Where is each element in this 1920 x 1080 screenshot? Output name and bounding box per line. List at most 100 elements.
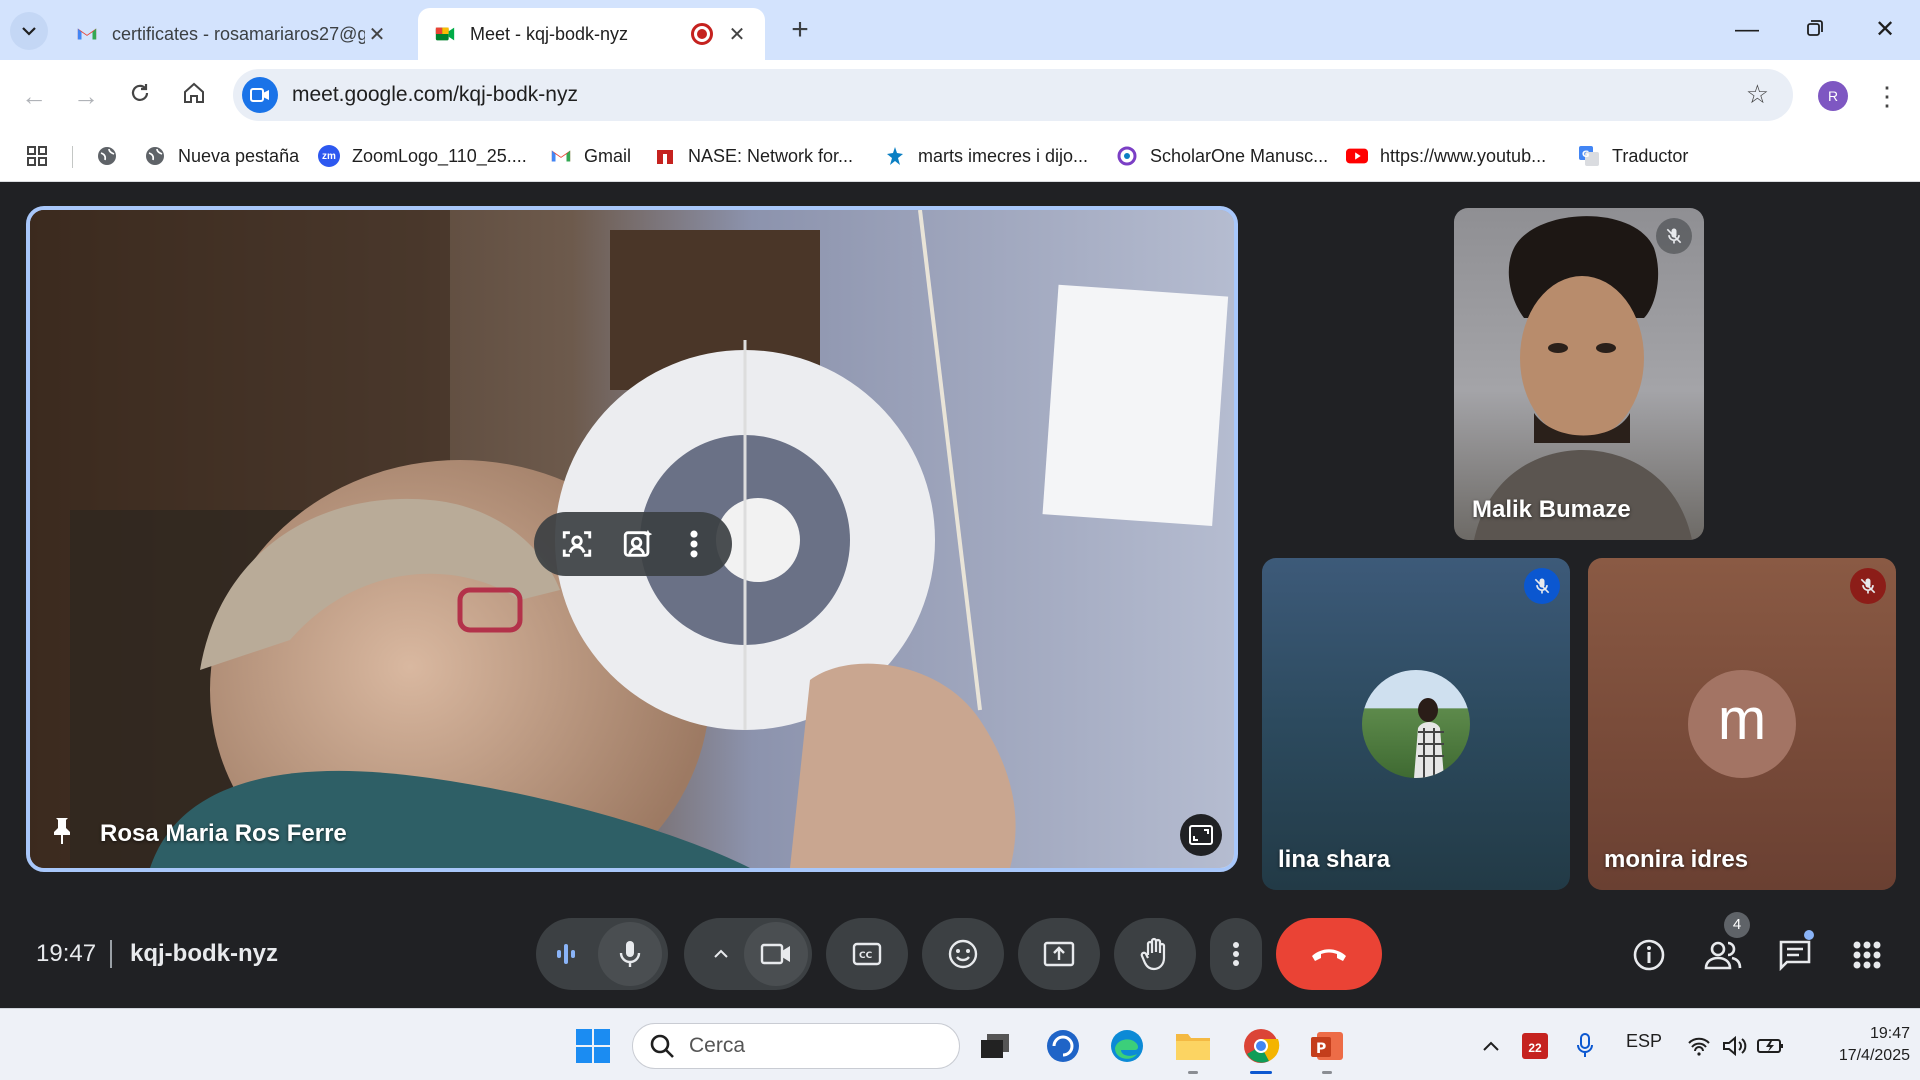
edge-icon [1111, 1030, 1143, 1062]
bookmark-label: ZoomLogo_110_25.... [352, 145, 527, 166]
pinned-participant-tile[interactable]: Rosa Maria Ros Ferre [26, 206, 1238, 872]
camera-options-button[interactable] [696, 918, 746, 990]
video-camera-icon [760, 943, 790, 965]
participant-tile-monira[interactable]: m monira idres [1588, 558, 1896, 890]
browser-tab-bar: certificates - rosamariaros27@gmail.com … [0, 0, 1920, 60]
close-tab-icon[interactable]: ✕ [725, 22, 749, 47]
pin-icon[interactable] [50, 816, 74, 846]
participant-tile-malik[interactable]: Malik Bumaze [1454, 208, 1704, 540]
search-icon [650, 1034, 674, 1058]
tab-title: Meet - kqj-bodk-nyz [470, 23, 629, 44]
apps-icon[interactable] [26, 142, 48, 170]
minimize-button[interactable]: — [1722, 10, 1772, 50]
framing-icon[interactable] [560, 527, 594, 561]
nase-icon [657, 150, 673, 164]
tab-gmail[interactable]: certificates - rosamariaros27@gmail.com … [60, 8, 405, 60]
profile-avatar[interactable]: R [1818, 81, 1848, 111]
speaker-icon [1723, 1035, 1747, 1057]
bookmark-label: https://www.youtub... [1380, 145, 1547, 166]
tile-hover-controls [534, 512, 732, 576]
bookmark-youtube[interactable]: https://www.youtub... [1346, 142, 1546, 170]
powerpoint-button[interactable]: P [1304, 1023, 1350, 1074]
more-options-icon[interactable] [682, 527, 706, 561]
globe-icon [146, 147, 164, 165]
forward-button[interactable]: → [66, 76, 106, 116]
battery-tray-button[interactable] [1748, 1023, 1794, 1069]
tab-search-button[interactable] [10, 12, 48, 50]
home-button[interactable] [174, 76, 214, 116]
clock-time: 19:47 [1869, 1025, 1910, 1042]
chat-button[interactable] [1772, 930, 1818, 978]
bookmark-traductor[interactable]: G Traductor [1578, 142, 1688, 170]
zoom-icon: zm [318, 145, 340, 167]
apps-grid-icon [1853, 941, 1881, 969]
participant-avatar [1362, 670, 1470, 778]
camera-toggle-button[interactable] [744, 922, 808, 986]
app-shield-button[interactable] [1040, 1023, 1086, 1069]
taskbar-search[interactable]: Cerca [632, 1023, 960, 1069]
active-indicator [1250, 1071, 1272, 1074]
folder-icon [1176, 1034, 1210, 1060]
bookmark-star-icon[interactable]: ☆ [1746, 79, 1769, 110]
participant-avatar: m [1688, 670, 1796, 778]
more-options-button[interactable] [1210, 918, 1262, 990]
tab-meet[interactable]: Meet - kqj-bodk-nyz ✕ [418, 8, 765, 60]
system-clock[interactable]: 19:47 17/4/2025 [1806, 1023, 1910, 1067]
meeting-details-button[interactable] [1626, 932, 1672, 978]
chrome-button[interactable] [1238, 1023, 1284, 1074]
leave-call-button[interactable] [1276, 918, 1382, 990]
restore-button[interactable] [1790, 10, 1840, 50]
raise-hand-button[interactable] [1114, 918, 1196, 990]
address-bar[interactable]: meet.google.com/kqj-bodk-nyz ☆ [233, 69, 1793, 121]
unread-dot [1804, 930, 1814, 940]
people-count-badge: 4 [1724, 912, 1750, 938]
captions-button[interactable]: CC [826, 918, 908, 990]
clock-date: 17/4/2025 [1838, 1047, 1910, 1064]
reactions-button[interactable] [922, 918, 1004, 990]
restore-icon [1807, 20, 1823, 36]
bookmark-marts[interactable]: marts imecres i dijo... [884, 142, 1088, 170]
present-screen-button[interactable] [1018, 918, 1100, 990]
site-info-icon[interactable] [242, 77, 278, 113]
language-indicator[interactable]: ESP [1626, 1031, 1662, 1052]
calendar-tray-button[interactable]: 22 [1512, 1023, 1558, 1069]
muted-indicator [1524, 568, 1560, 604]
start-button[interactable] [570, 1023, 616, 1069]
reload-button[interactable] [120, 76, 160, 116]
video-camera-icon [250, 88, 269, 102]
people-button[interactable]: 4 [1700, 912, 1750, 978]
bookmark-gmail[interactable]: Gmail [550, 142, 631, 170]
bookmark-nase[interactable]: NASE: Network for... [654, 142, 853, 170]
bookmark-scholarone[interactable]: ScholarOne Manusc... [1116, 142, 1328, 170]
caixabank-star-icon [887, 147, 903, 165]
activities-button[interactable] [1844, 932, 1890, 978]
task-view-icon [981, 1034, 1009, 1058]
new-tab-button[interactable]: + [780, 12, 820, 50]
show-hidden-icons[interactable] [1468, 1023, 1514, 1069]
bookmark-label: Traductor [1612, 145, 1689, 166]
bookmark-label: Nueva pestaña [178, 145, 300, 166]
svg-text:P: P [1316, 1041, 1326, 1057]
file-explorer-button[interactable] [1170, 1023, 1216, 1074]
visual-effects-icon[interactable] [621, 527, 655, 561]
edge-browser-button[interactable] [1104, 1023, 1150, 1069]
task-view-button[interactable] [972, 1023, 1018, 1069]
participant-tile-lina[interactable]: lina shara [1262, 558, 1570, 890]
close-tab-icon[interactable]: ✕ [365, 22, 389, 47]
back-button[interactable]: ← [14, 76, 54, 116]
recording-icon [691, 23, 713, 45]
grid-icon [27, 146, 47, 166]
browser-menu-icon[interactable]: ⋮ [1872, 76, 1902, 116]
fullscreen-button[interactable] [1180, 814, 1222, 856]
chevron-up-icon [1483, 1041, 1499, 1051]
mic-tray-button[interactable] [1562, 1023, 1608, 1069]
bookmark-nueva-pestana[interactable]: Nueva pestaña [144, 142, 299, 170]
participant-name: Rosa Maria Ros Ferre [100, 820, 347, 847]
bookmark-zoomlogo[interactable]: zm ZoomLogo_110_25.... [318, 142, 527, 170]
fullscreen-icon [1189, 825, 1213, 845]
mic-toggle-button[interactable] [598, 922, 662, 986]
close-window-button[interactable]: ✕ [1860, 10, 1910, 50]
globe-bookmark[interactable] [96, 142, 118, 170]
search-placeholder: Cerca [689, 1034, 746, 1057]
participant-name: lina shara [1278, 846, 1391, 873]
